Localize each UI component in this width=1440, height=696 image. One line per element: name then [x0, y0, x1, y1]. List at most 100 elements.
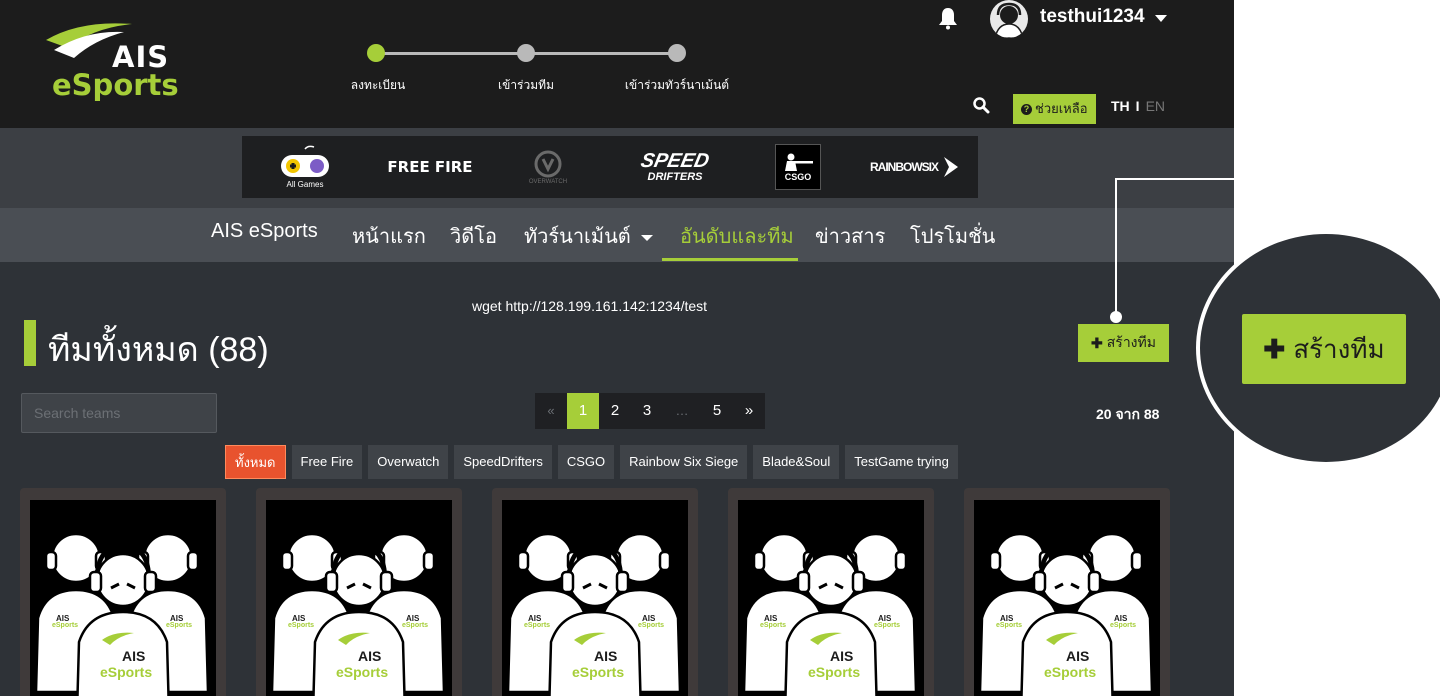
page-2[interactable]: 2 — [599, 393, 631, 429]
team-avatar-image: AIS eSports AIS eSports AIS eSports — [266, 500, 452, 696]
page-next[interactable]: » — [733, 393, 765, 429]
game-overwatch[interactable]: OVERWATCH — [514, 136, 582, 198]
filter-all[interactable]: ทั้งหมด — [225, 445, 286, 479]
card-logo-ais: AIS — [358, 648, 382, 664]
team-card[interactable]: AIS eSports AIS eSports AIS eSports — [964, 488, 1170, 696]
user-avatar[interactable] — [990, 0, 1028, 38]
nav-item-news[interactable]: ข่าวสาร — [815, 220, 885, 252]
step-label-join-tournament[interactable]: เข้าร่วมทัวร์นาเม้นต์ — [625, 76, 729, 95]
card-logo-esports-small-right: eSports — [1110, 622, 1137, 629]
team-avatar-image: AIS eSports AIS eSports AIS eSports — [502, 500, 688, 696]
csgo-soldier-icon — [785, 153, 813, 171]
csgo-label: CSGO — [784, 172, 812, 182]
csgo-logo-box: CSGO — [775, 144, 821, 190]
question-circle-icon: ? — [1021, 103, 1032, 115]
card-logo-esports-small-right: eSports — [638, 622, 665, 629]
game-speed-drifters[interactable]: SPEED DRIFTERS — [620, 136, 730, 198]
card-logo-esports: eSports — [808, 664, 861, 680]
rainbow-six-logo-text: RAINBOWSIX — [870, 160, 939, 174]
game-rainbow-six[interactable]: RAINBOWSIX — [860, 136, 970, 198]
card-logo-esports-small-left: eSports — [760, 622, 787, 629]
plus-icon: ✚ — [1091, 334, 1103, 351]
title-accent-bar — [24, 320, 36, 366]
create-team-button[interactable]: ✚ สร้างทีม — [1078, 324, 1169, 362]
card-logo-esports-small-right: eSports — [874, 622, 901, 629]
notification-bell-icon[interactable] — [936, 6, 960, 30]
search-icon[interactable] — [972, 96, 990, 114]
step-dot-join-team — [517, 44, 535, 62]
card-logo-ais: AIS — [594, 648, 618, 664]
page-prev[interactable]: « — [535, 393, 567, 429]
team-card[interactable]: AIS eSports AIS eSports AIS eSports — [728, 488, 934, 696]
card-logo-esports-small-right: eSports — [402, 622, 429, 629]
help-label: ช่วยเหลือ — [1035, 101, 1088, 116]
nav-item-tournament[interactable]: ทัวร์นาเม้นต์ — [524, 220, 653, 252]
filter-csgo[interactable]: CSGO — [557, 445, 615, 479]
card-logo-esports-small-left: eSports — [288, 622, 315, 629]
filter-testgame-trying[interactable]: TestGame trying — [845, 445, 958, 479]
filter-free-fire[interactable]: Free Fire — [291, 445, 363, 479]
card-logo-esports: eSports — [100, 664, 153, 680]
step-dot-join-tournament — [668, 44, 686, 62]
lang-en-link[interactable]: EN — [1146, 98, 1165, 114]
step-line-1 — [378, 52, 518, 55]
callout-line-horizontal — [1116, 178, 1242, 180]
nav-item-video[interactable]: วิดีโอ — [450, 220, 497, 252]
username-label[interactable]: testhui1234 — [1040, 6, 1145, 28]
filter-speed-drifters[interactable]: SpeedDrifters — [454, 445, 552, 479]
nav-item-ais-esports[interactable]: AIS eSports — [211, 220, 318, 243]
team-card[interactable]: AIS eSports AIS eSports AIS eSports — [20, 488, 226, 696]
filter-rainbow-six-siege[interactable]: Rainbow Six Siege — [620, 445, 748, 479]
injected-command-text: wget http://128.199.161.142:1234/test — [472, 298, 708, 314]
step-line-2 — [528, 52, 676, 55]
game-strip-inner: All Games FREE FIRE OVERWATCH SPEED DRIF… — [242, 136, 978, 198]
pagination: « 1 2 3 … 5 » — [535, 393, 765, 429]
card-logo-ais: AIS — [122, 648, 146, 664]
lang-separator: I — [1135, 98, 1140, 114]
free-fire-logo-text: FREE FIRE — [387, 158, 473, 176]
card-logo-esports-small-right: eSports — [166, 622, 193, 629]
page-5[interactable]: 5 — [701, 393, 733, 429]
team-card-grid: AIS eSports AIS eSports AIS eSports AIS … — [20, 488, 1234, 696]
team-card[interactable]: AIS eSports AIS eSports AIS eSports — [256, 488, 462, 696]
user-menu-caret-icon[interactable] — [1155, 15, 1167, 22]
page-1[interactable]: 1 — [567, 393, 599, 429]
nav-active-underline — [662, 258, 798, 261]
chevron-down-icon — [640, 234, 653, 241]
overwatch-label: OVERWATCH — [528, 179, 568, 185]
card-logo-esports: eSports — [336, 664, 389, 680]
card-logo-esports-small-left: eSports — [996, 622, 1023, 629]
card-logo-esports: eSports — [572, 664, 625, 680]
page-3[interactable]: 3 — [631, 393, 663, 429]
logo-text-esports: eSports — [52, 68, 179, 102]
results-count: 20 จาก 88 — [1096, 406, 1160, 422]
team-avatar-image: AIS eSports AIS eSports AIS eSports — [974, 500, 1160, 696]
language-switch: TH I EN — [1111, 98, 1165, 114]
card-logo-ais: AIS — [830, 648, 854, 664]
card-logo-ais: AIS — [1066, 648, 1090, 664]
help-button[interactable]: ? ช่วยเหลือ — [1013, 94, 1096, 124]
main-navigation: AIS eSports หน้าแรก วิดีโอ ทัวร์นาเม้นต์… — [0, 208, 1234, 262]
game-csgo[interactable]: CSGO — [772, 136, 824, 198]
game-all-games[interactable]: All Games — [272, 136, 338, 198]
lang-th-link[interactable]: TH — [1111, 98, 1130, 114]
zoomed-create-team-button[interactable]: ✚ สร้างทีม — [1242, 314, 1406, 384]
ais-esports-logo[interactable]: AIS eSports — [40, 18, 180, 108]
filter-blade-soul[interactable]: Blade&Soul — [753, 445, 840, 479]
game-filter-bar: ทั้งหมด Free Fire Overwatch SpeedDrifter… — [225, 445, 958, 479]
page-title: ทีมทั้งหมด (88) — [48, 331, 269, 369]
team-avatar-image: AIS eSports AIS eSports AIS eSports — [30, 500, 216, 696]
filter-overwatch[interactable]: Overwatch — [368, 445, 449, 479]
team-card[interactable]: AIS eSports AIS eSports AIS eSports — [492, 488, 698, 696]
search-teams-input[interactable] — [21, 393, 217, 433]
all-games-label: All Games — [286, 180, 324, 189]
speed-logo-text: SPEED — [638, 150, 712, 172]
nav-item-home[interactable]: หน้าแรก — [352, 220, 426, 252]
step-label-join-team[interactable]: เข้าร่วมทีม — [498, 76, 554, 95]
registration-stepper: ลงทะเบียน เข้าร่วมทีม เข้าร่วมทัวร์นาเม้… — [338, 40, 758, 100]
nav-item-rankings-teams[interactable]: อันดับและทีม — [680, 220, 794, 252]
game-free-fire[interactable]: FREE FIRE — [380, 136, 480, 198]
step-label-register[interactable]: ลงทะเบียน — [351, 76, 406, 95]
gamepad-icon — [281, 145, 329, 177]
nav-item-promotion[interactable]: โปรโมชั่น — [910, 220, 995, 252]
